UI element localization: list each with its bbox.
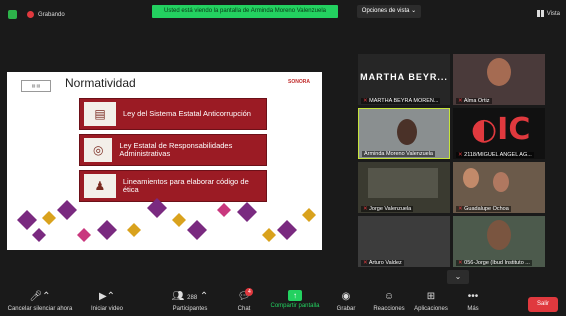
participant-tile[interactable]: ✕ Alma Ortiz bbox=[453, 54, 545, 105]
sharing-banner: Usted está viendo la pantalla de Arminda… bbox=[152, 5, 338, 18]
participant-video bbox=[487, 58, 511, 86]
top-bar: Grabando Usted está viendo la pantalla d… bbox=[0, 0, 566, 28]
participant-label: ✕ MARTHA BEYRA MOREN... bbox=[361, 98, 441, 104]
participant-tile[interactable]: ✕ 056-Jorge (Ibud Instituto ... bbox=[453, 216, 545, 267]
participant-tile-active-speaker[interactable]: Arminda Moreno Valenzuela bbox=[358, 108, 450, 159]
participant-name: 056-Jorge (Ibud Instituto ... bbox=[464, 260, 530, 266]
participants-icon: 👥︎ 288 ⌃ bbox=[171, 291, 209, 302]
participant-tile[interactable]: ✕ Jorge Valenzuela bbox=[358, 162, 450, 213]
record-label: Grabar bbox=[336, 306, 356, 312]
participant-label: ✕ 056-Jorge (Ibud Instituto ... bbox=[456, 260, 532, 266]
participant-label: ✕ Guadalupe Ochoa bbox=[456, 206, 511, 212]
sonora-logo: SONORA bbox=[288, 79, 310, 85]
share-screen-icon: ↑ bbox=[288, 290, 302, 301]
more-button[interactable]: ••• Más bbox=[438, 290, 508, 312]
participant-label: ✕ 2118/MIGUEL ANGEL AG... bbox=[456, 152, 534, 158]
meeting-controls: 🎤︎⌃ Cancelar silenciar ahora ▶︎⌃ Iniciar… bbox=[0, 284, 566, 316]
participants-label: Participantes bbox=[172, 306, 208, 312]
participant-label: ✕ Alma Ortiz bbox=[456, 98, 492, 104]
participant-avatar-logo: ◐IC bbox=[471, 112, 531, 147]
participant-name: Guadalupe Ochoa bbox=[464, 206, 509, 212]
view-layout-button[interactable]: Vista bbox=[536, 10, 560, 17]
more-icon: ••• bbox=[467, 291, 479, 302]
participant-name: Alma Ortiz bbox=[463, 98, 490, 104]
recording-label: Grabando bbox=[38, 11, 65, 18]
record-icon: ◉ bbox=[341, 291, 351, 302]
mic-off-icon: 🎤︎⌃ bbox=[29, 291, 51, 302]
more-label: Más bbox=[467, 306, 479, 312]
participant-tile[interactable]: ◐IC ✕ 2118/MIGUEL ANGEL AG... bbox=[453, 108, 545, 159]
chat-icon: 💬︎ 4 bbox=[238, 288, 254, 304]
slide-item-text: Ley Estatal de Responsabilidades Adminis… bbox=[119, 141, 233, 158]
more-participants-chevron[interactable]: ⌄ bbox=[447, 270, 469, 284]
slide-item-1: ▤ Ley del Sistema Estatal Anticorrupción bbox=[79, 98, 267, 130]
security-shield-icon[interactable] bbox=[8, 10, 17, 19]
chat-badge: 4 bbox=[245, 288, 254, 296]
recording-indicator: Grabando bbox=[8, 10, 65, 19]
participant-tile[interactable]: ✕ Guadalupe Ochoa bbox=[453, 162, 545, 213]
slide-item-2: ◎ Ley Estatal de Responsabilidades Admin… bbox=[79, 134, 267, 166]
participant-video-2 bbox=[493, 172, 509, 192]
participant-name: Arturo Valdez bbox=[368, 260, 402, 266]
participant-label: ✕ Arturo Valdez bbox=[361, 260, 404, 266]
document-icon: ▤ bbox=[84, 102, 116, 126]
chat-label: Chat bbox=[237, 306, 251, 312]
apps-icon: ⊞ bbox=[426, 291, 436, 302]
participant-name: 2118/MIGUEL ANGEL AG... bbox=[464, 152, 532, 158]
video-off-icon: ▶︎⌃ bbox=[98, 291, 116, 302]
leave-button[interactable]: Salir bbox=[528, 297, 558, 312]
view-options-button[interactable]: Opciones de vista ⌄ bbox=[357, 5, 421, 18]
participant-video bbox=[368, 168, 438, 198]
view-layout-label: Vista bbox=[546, 10, 560, 17]
grid-icon bbox=[536, 10, 544, 17]
slide-logo: ▤ ▤ bbox=[21, 80, 51, 92]
reactions-icon: ☺ bbox=[383, 291, 395, 302]
participant-name: Arminda Moreno Valenzuela bbox=[364, 151, 433, 157]
participant-video bbox=[463, 168, 479, 188]
participant-video bbox=[397, 119, 417, 145]
recording-dot-icon bbox=[27, 11, 34, 18]
participant-tile[interactable]: MARTHA BEYR... ✕ MARTHA BEYRA MOREN... bbox=[358, 54, 450, 105]
slide-item-text: Ley del Sistema Estatal Anticorrupción bbox=[123, 109, 251, 118]
participant-name-large: MARTHA BEYR... bbox=[360, 72, 448, 82]
slide-decorative-pattern bbox=[17, 198, 316, 242]
participant-label: ✕ Jorge Valenzuela bbox=[361, 206, 414, 212]
participants-count: 288 bbox=[187, 295, 198, 301]
participant-name: Jorge Valenzuela bbox=[369, 206, 412, 212]
start-video-button[interactable]: ▶︎⌃ Iniciar video bbox=[72, 290, 142, 312]
shared-screen-slide: ▤ ▤ Normatividad SONORA ▤ Ley del Sistem… bbox=[7, 72, 322, 250]
unmute-button[interactable]: 🎤︎⌃ Cancelar silenciar ahora bbox=[5, 290, 75, 312]
target-icon: ◎ bbox=[84, 138, 113, 162]
unmute-label: Cancelar silenciar ahora bbox=[7, 306, 73, 312]
participant-video bbox=[487, 220, 511, 250]
participant-label: Arminda Moreno Valenzuela bbox=[362, 151, 435, 157]
start-video-label: Iniciar video bbox=[90, 306, 123, 312]
participant-name: MARTHA BEYRA MOREN... bbox=[369, 98, 439, 104]
participant-tile[interactable]: ✕ Arturo Valdez bbox=[358, 216, 450, 267]
slide-title: Normatividad bbox=[65, 76, 136, 90]
